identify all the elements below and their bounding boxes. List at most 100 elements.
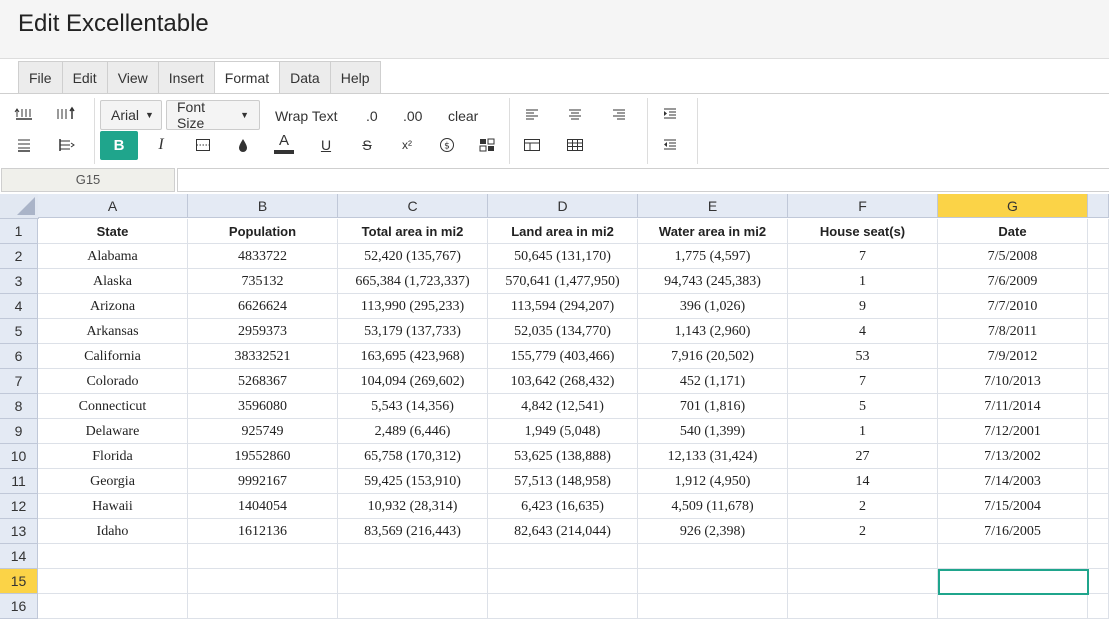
- table-cell[interactable]: [638, 569, 788, 594]
- table-cell[interactable]: [1088, 219, 1109, 244]
- table-cell[interactable]: 12,133 (31,424): [638, 444, 788, 469]
- table-cell[interactable]: [488, 594, 638, 619]
- table-cell[interactable]: 665,384 (1,723,337): [338, 269, 488, 294]
- table-cell[interactable]: [1088, 469, 1109, 494]
- table-cell[interactable]: 7/13/2002: [938, 444, 1088, 469]
- table-cell[interactable]: Delaware: [38, 419, 188, 444]
- table-cell[interactable]: 1,143 (2,960): [638, 319, 788, 344]
- table-cell[interactable]: 14: [788, 469, 938, 494]
- table-cell[interactable]: 7,916 (20,502): [638, 344, 788, 369]
- row-header[interactable]: 9: [0, 419, 38, 444]
- menu-tab-help[interactable]: Help: [331, 62, 380, 94]
- underline-button[interactable]: U: [312, 133, 340, 157]
- row-header[interactable]: 3: [0, 269, 38, 294]
- table-cell[interactable]: 735132: [188, 269, 338, 294]
- table-cell[interactable]: 7/10/2013: [938, 369, 1088, 394]
- indent-increase-icon[interactable]: [656, 102, 684, 126]
- table-cell[interactable]: 4,509 (11,678): [638, 494, 788, 519]
- cell-reference-box[interactable]: G15: [1, 168, 175, 192]
- table-cell[interactable]: 925749: [188, 419, 338, 444]
- table-cell[interactable]: [938, 594, 1088, 619]
- row-header[interactable]: 7: [0, 369, 38, 394]
- clear-format-button[interactable]: clear: [448, 108, 478, 124]
- table-cell[interactable]: Connecticut: [38, 394, 188, 419]
- row-header[interactable]: 8: [0, 394, 38, 419]
- font-size-select[interactable]: Font Size ▼: [166, 99, 260, 131]
- table-cell[interactable]: 2: [788, 494, 938, 519]
- table-cell[interactable]: 53,179 (137,733): [338, 319, 488, 344]
- table-cell[interactable]: 57,513 (148,958): [488, 469, 638, 494]
- table-cell[interactable]: 7/15/2004: [938, 494, 1088, 519]
- currency-format-icon[interactable]: $: [433, 133, 461, 157]
- table-cell[interactable]: [1088, 394, 1109, 419]
- table-cell[interactable]: 701 (1,816): [638, 394, 788, 419]
- table-cell[interactable]: 7/14/2003: [938, 469, 1088, 494]
- table-cell[interactable]: 926 (2,398): [638, 519, 788, 544]
- table-cell[interactable]: 4,842 (12,541): [488, 394, 638, 419]
- column-header-c[interactable]: C: [338, 194, 488, 218]
- table-cell[interactable]: Colorado: [38, 369, 188, 394]
- column-header-d[interactable]: D: [488, 194, 638, 218]
- align-center-icon[interactable]: [561, 102, 589, 126]
- menu-tab-data[interactable]: Data: [280, 62, 331, 94]
- table-cell[interactable]: [938, 569, 1088, 594]
- wrap-text-button[interactable]: Wrap Text: [275, 108, 338, 124]
- menu-tab-view[interactable]: View: [108, 62, 159, 94]
- table-cell[interactable]: [338, 594, 488, 619]
- header-cell[interactable]: Total area in mi2: [338, 219, 488, 244]
- table-cell[interactable]: Alaska: [38, 269, 188, 294]
- table-cell[interactable]: 7/11/2014: [938, 394, 1088, 419]
- increase-decimal-button[interactable]: .00: [403, 108, 422, 124]
- table-cell[interactable]: [338, 569, 488, 594]
- table-cell[interactable]: 4: [788, 319, 938, 344]
- table-cell[interactable]: Arizona: [38, 294, 188, 319]
- table-cell[interactable]: [1088, 269, 1109, 294]
- table-cell[interactable]: [1088, 294, 1109, 319]
- table-cell[interactable]: 163,695 (423,968): [338, 344, 488, 369]
- header-cell[interactable]: Population: [188, 219, 338, 244]
- table-cell[interactable]: 6,423 (16,635): [488, 494, 638, 519]
- row-header[interactable]: 12: [0, 494, 38, 519]
- table-cell[interactable]: 113,594 (294,207): [488, 294, 638, 319]
- column-header-a[interactable]: A: [38, 194, 188, 218]
- select-all-corner[interactable]: [0, 194, 39, 219]
- table-cell[interactable]: 6626624: [188, 294, 338, 319]
- row-header[interactable]: 16: [0, 594, 38, 619]
- column-header-g[interactable]: G: [938, 194, 1088, 218]
- table-cell[interactable]: [1088, 419, 1109, 444]
- table-cell[interactable]: [338, 544, 488, 569]
- table-cell[interactable]: 27: [788, 444, 938, 469]
- table-grid-icon[interactable]: [561, 133, 589, 157]
- superscript-button[interactable]: x²: [393, 133, 421, 157]
- table-cell[interactable]: 103,642 (268,432): [488, 369, 638, 394]
- table-cell[interactable]: 53,625 (138,888): [488, 444, 638, 469]
- font-color-button[interactable]: A: [270, 131, 298, 155]
- table-cell[interactable]: [188, 594, 338, 619]
- table-cell[interactable]: 50,645 (131,170): [488, 244, 638, 269]
- table-cell[interactable]: [1088, 319, 1109, 344]
- table-cell[interactable]: 4833722: [188, 244, 338, 269]
- row-header[interactable]: 6: [0, 344, 38, 369]
- table-cell[interactable]: 1: [788, 269, 938, 294]
- table-cell[interactable]: 52,420 (135,767): [338, 244, 488, 269]
- table-cell[interactable]: [938, 544, 1088, 569]
- table-cell[interactable]: [1088, 344, 1109, 369]
- table-cell[interactable]: [488, 569, 638, 594]
- table-cell[interactable]: 7/6/2009: [938, 269, 1088, 294]
- merge-cells-icon[interactable]: [518, 133, 546, 157]
- table-cell[interactable]: [1088, 494, 1109, 519]
- table-cell[interactable]: 94,743 (245,383): [638, 269, 788, 294]
- row-header[interactable]: 1: [0, 219, 38, 244]
- table-cell[interactable]: 7/12/2001: [938, 419, 1088, 444]
- table-cell[interactable]: [638, 594, 788, 619]
- table-cell[interactable]: [1088, 569, 1109, 594]
- table-cell[interactable]: 7/16/2005: [938, 519, 1088, 544]
- table-cell[interactable]: 59,425 (153,910): [338, 469, 488, 494]
- row-header[interactable]: 4: [0, 294, 38, 319]
- table-cell[interactable]: [38, 569, 188, 594]
- table-cell[interactable]: Idaho: [38, 519, 188, 544]
- table-cell[interactable]: 83,569 (216,443): [338, 519, 488, 544]
- table-cell[interactable]: [788, 594, 938, 619]
- header-cell[interactable]: Water area in mi2: [638, 219, 788, 244]
- align-right-icon[interactable]: [605, 102, 633, 126]
